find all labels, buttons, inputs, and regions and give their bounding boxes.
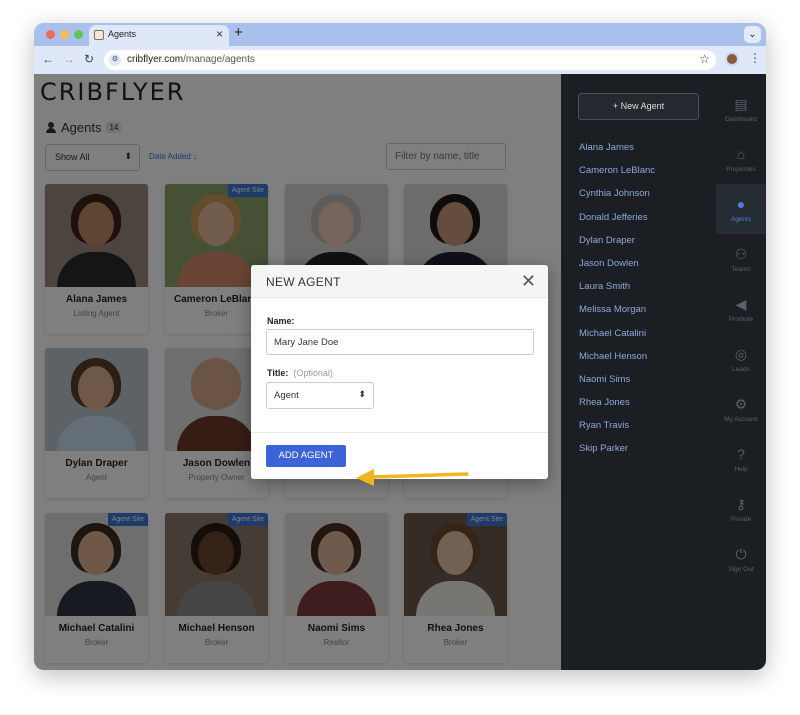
rail-item-leads[interactable]: ◎ Leads (716, 334, 766, 384)
favicon-icon (94, 30, 104, 40)
rail-item-private[interactable]: ⚷ Private (716, 484, 766, 534)
properties-icon: ⌂ (736, 146, 746, 162)
tab-strip: Agents × + ⌄ (34, 23, 766, 46)
browser-menu-icon[interactable]: ⋮ (749, 51, 761, 65)
rail-item-properties[interactable]: ⌂ Properties (716, 134, 766, 184)
agents-icon: ● (736, 196, 746, 212)
site-info-icon[interactable]: ⚙ (109, 54, 121, 66)
rail-label: Dashboard (725, 116, 757, 123)
sidebar-agent-link[interactable]: Skip Parker (579, 442, 655, 465)
megaphone-icon: ◀ (735, 296, 747, 312)
rail-label: Leads (732, 366, 750, 373)
tab-close-icon[interactable]: × (216, 27, 223, 41)
profile-avatar[interactable] (725, 52, 739, 66)
close-icon[interactable]: ✕ (521, 271, 536, 292)
sidebar-agent-link[interactable]: Alana James (579, 141, 655, 164)
back-icon[interactable]: ← (42, 52, 54, 66)
add-agent-button[interactable]: ADD AGENT (266, 445, 346, 467)
rail-label: Properties (726, 166, 756, 173)
optional-hint: (Optional) (293, 368, 333, 378)
rail-label: Promote (728, 316, 754, 323)
rail-item-promote[interactable]: ◀ Promote (716, 284, 766, 334)
dashboard-icon: ▤ (734, 96, 748, 112)
bookmark-star-icon[interactable]: ☆ (699, 52, 710, 66)
rail-label: Agents (730, 216, 752, 223)
new-agent-button[interactable]: + New Agent (578, 93, 699, 120)
sidebar-agent-link[interactable]: Naomi Sims (579, 373, 655, 396)
sidebar-agent-link[interactable]: Jason Dowlen (579, 257, 655, 280)
modal-title: NEW AGENT (266, 275, 341, 289)
new-agent-modal: NEW AGENT ✕ Name: Title:(Optional) Agent… (251, 265, 548, 479)
modal-divider (251, 432, 548, 433)
rail-item-teams[interactable]: ⚇ Teams (716, 234, 766, 284)
tab-agents[interactable]: Agents × (89, 25, 229, 46)
sidebar-agent-link[interactable]: Ryan Travis (579, 419, 655, 442)
sidebar-agent-link[interactable]: Michael Catalini (579, 327, 655, 350)
forward-icon[interactable]: → (63, 52, 75, 66)
sidebar-agent-link[interactable]: Laura Smith (579, 280, 655, 303)
sidebar-agent-link[interactable]: Donald Jefferies (579, 211, 655, 234)
new-tab-button[interactable]: + (234, 24, 243, 41)
rail-item-sign-out[interactable]: ⏻ Sign Out (716, 534, 766, 584)
page-content: CRIBFLYER Agents 14 Show All ⬍ Date Adde… (34, 74, 766, 670)
rail-item-agents[interactable]: ● Agents (716, 184, 766, 234)
rail-label: My Account (724, 416, 758, 423)
title-label: Title: (Optional) (267, 368, 333, 378)
address-toolbar: ← → ↻ ⚙ cribflyer.com/manage/agents ☆ ⋮ (34, 46, 766, 74)
sidebar-agent-link[interactable]: Melissa Morgan (579, 303, 655, 326)
teams-icon: ⚇ (734, 246, 748, 262)
minimize-window-button[interactable] (60, 30, 69, 39)
reload-icon[interactable]: ↻ (84, 52, 94, 66)
agents-sidebar: + New Agent Alana James Cameron LeBlanc Cy… (561, 74, 716, 670)
gear-icon: ⚙ (734, 396, 748, 412)
modal-header: NEW AGENT ✕ (251, 265, 548, 298)
icon-rail: ▤ Dashboard ⌂ Properties ● Agents ⚇ Teams ◀ Promo… (716, 74, 766, 670)
rail-item-dashboard[interactable]: ▤ Dashboard (716, 84, 766, 134)
tab-title: Agents (108, 29, 137, 39)
name-label: Name: (267, 316, 295, 326)
rail-label: Teams (731, 266, 751, 273)
pointer-arrow-icon (356, 469, 469, 486)
title-select[interactable]: Agent ⬍ (266, 382, 374, 409)
name-field[interactable] (266, 329, 534, 355)
rail-label: Help (734, 466, 748, 473)
rail-item-my-account[interactable]: ⚙ My Account (716, 384, 766, 434)
sidebar-agent-link[interactable]: Michael Henson (579, 350, 655, 373)
close-window-button[interactable] (46, 30, 55, 39)
url-text: cribflyer.com/manage/agents (127, 54, 255, 65)
select-caret-icon: ⬍ (358, 389, 366, 399)
help-icon: ? (737, 446, 745, 462)
address-bar[interactable]: ⚙ cribflyer.com/manage/agents ☆ (104, 50, 716, 70)
sidebar-agent-link[interactable]: Dylan Draper (579, 234, 655, 257)
agent-name-list: Alana James Cameron LeBlanc Cynthia Johnso… (579, 141, 655, 466)
sidebar-agent-link[interactable]: Rhea Jones (579, 396, 655, 419)
rail-label: Private (730, 516, 752, 523)
power-icon: ⏻ (735, 546, 747, 562)
sidebar-agent-link[interactable]: Cameron LeBlanc (579, 164, 655, 187)
maximize-window-button[interactable] (74, 30, 83, 39)
leads-icon: ◎ (734, 346, 748, 362)
sidebar-agent-link[interactable]: Cynthia Johnson (579, 187, 655, 210)
rail-item-help[interactable]: ? Help (716, 434, 766, 484)
browser-window: Agents × + ⌄ ← → ↻ ⚙ cribflyer.com/manag… (34, 23, 766, 670)
rail-label: Sign Out (728, 566, 754, 573)
key-icon: ⚷ (735, 496, 747, 512)
tab-search-button[interactable]: ⌄ (744, 26, 761, 43)
